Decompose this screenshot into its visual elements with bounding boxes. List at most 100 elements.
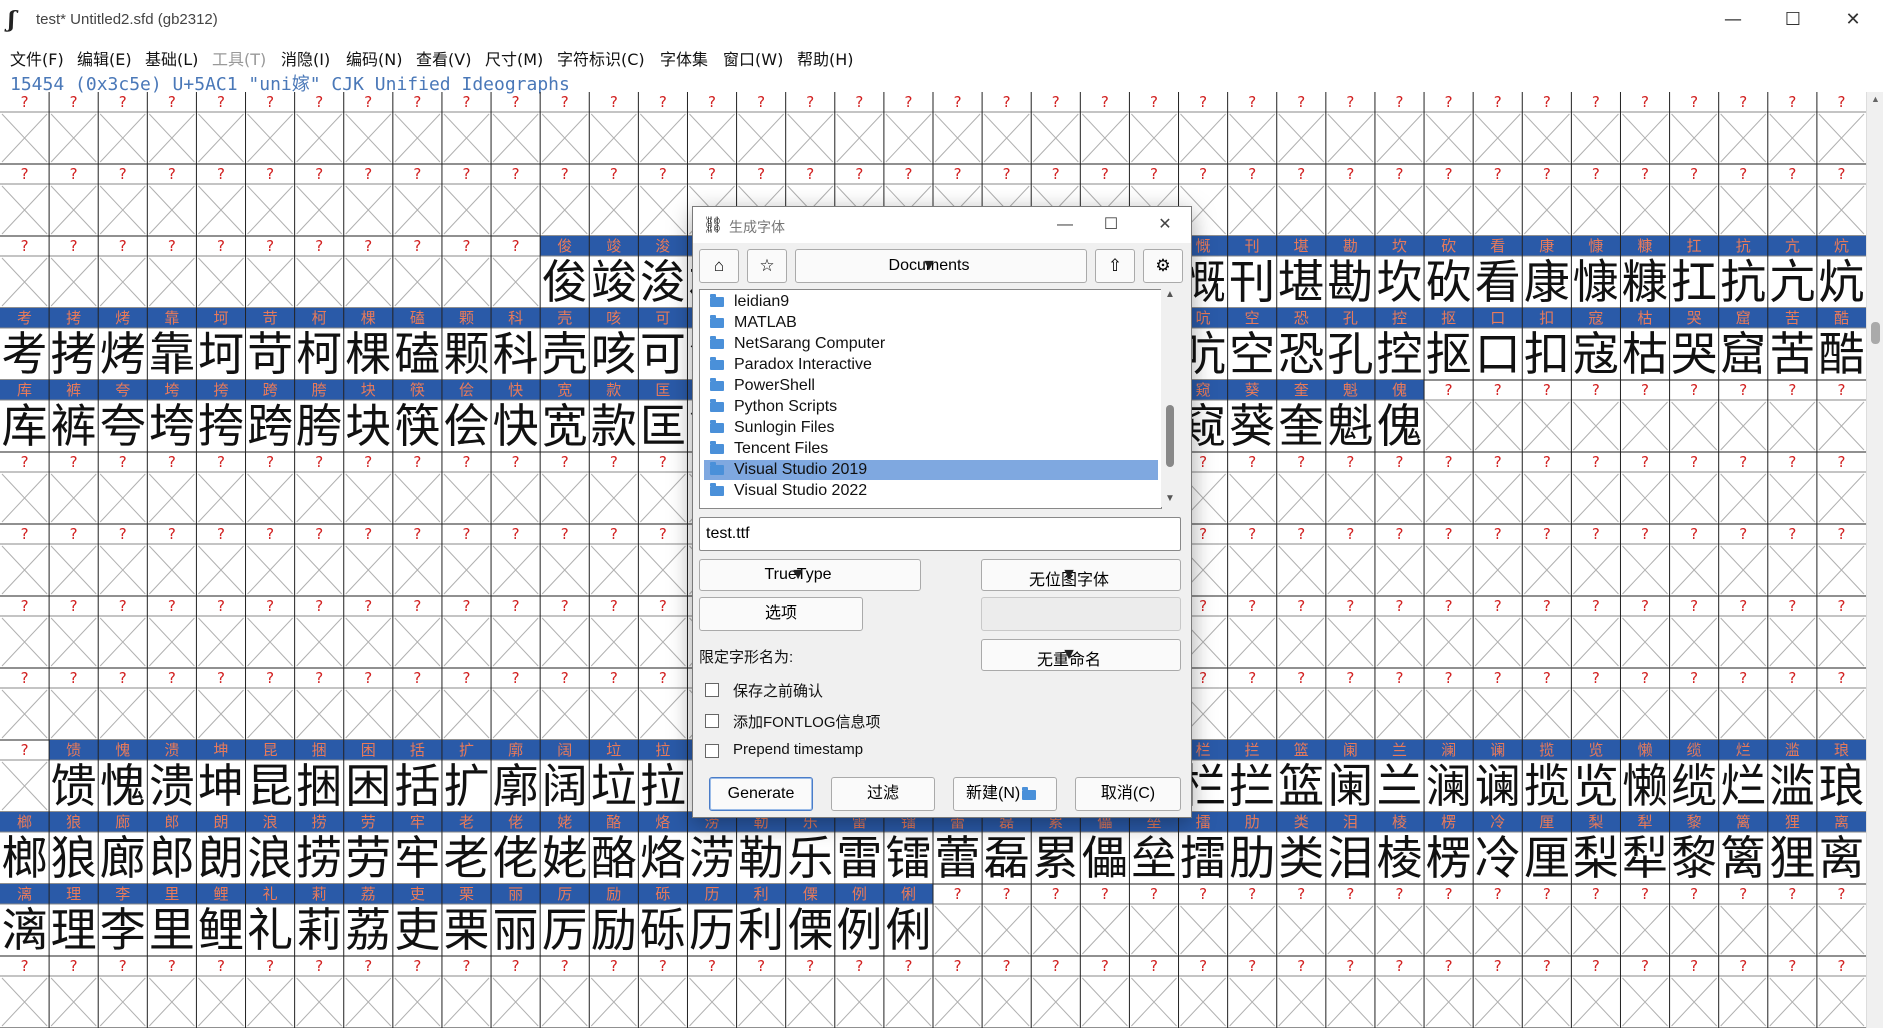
glyph-cell-glyph[interactable]: 拉 bbox=[640, 759, 686, 813]
empty-glyph-cross[interactable] bbox=[443, 113, 490, 163]
glyph-cell-glyph[interactable]: 泪 bbox=[1327, 831, 1373, 885]
glyph-cell-glyph[interactable]: 枯 bbox=[1622, 327, 1668, 381]
menu-encoding[interactable]: 编码(N) bbox=[346, 46, 402, 70]
empty-glyph-cross[interactable] bbox=[934, 977, 981, 1027]
empty-glyph-cross[interactable] bbox=[345, 257, 392, 307]
empty-glyph-cross[interactable] bbox=[1818, 977, 1865, 1027]
glyph-cell-glyph[interactable]: 勒 bbox=[738, 831, 784, 885]
empty-glyph-cross[interactable] bbox=[1, 761, 48, 811]
empty-glyph-cross[interactable] bbox=[1327, 689, 1374, 739]
dialog-minimize-button[interactable]: — bbox=[1045, 207, 1085, 243]
empty-glyph-cross[interactable] bbox=[1818, 689, 1865, 739]
glyph-cell-glyph[interactable]: 口 bbox=[1475, 327, 1521, 381]
glyph-cell-glyph[interactable]: 奎 bbox=[1278, 399, 1324, 453]
empty-glyph-cross[interactable] bbox=[1229, 977, 1276, 1027]
empty-glyph-cross[interactable] bbox=[1720, 473, 1767, 523]
empty-glyph-cross[interactable] bbox=[1523, 905, 1570, 955]
empty-glyph-cross[interactable] bbox=[590, 617, 637, 667]
empty-glyph-cross[interactable] bbox=[1, 545, 48, 595]
glyph-cell-glyph[interactable]: 烂 bbox=[1720, 759, 1766, 813]
glyph-cell-glyph[interactable]: 郎 bbox=[149, 831, 195, 885]
glyph-cell-glyph[interactable]: 揽 bbox=[1524, 759, 1570, 813]
folder-list-item[interactable]: MATLAB bbox=[704, 313, 1158, 333]
empty-glyph-cross[interactable] bbox=[394, 257, 441, 307]
empty-glyph-cross[interactable] bbox=[640, 977, 686, 1027]
empty-glyph-cross[interactable] bbox=[345, 689, 392, 739]
glyph-cell-glyph[interactable]: 篮 bbox=[1278, 759, 1324, 813]
empty-glyph-cross[interactable] bbox=[296, 977, 343, 1027]
empty-glyph-cross[interactable] bbox=[1818, 113, 1865, 163]
glyph-cell-glyph[interactable]: 棱 bbox=[1377, 831, 1423, 885]
menu-window[interactable]: 窗口(W) bbox=[723, 46, 783, 70]
glyph-cell-glyph[interactable]: 擂 bbox=[1180, 831, 1226, 885]
glyph-cell-glyph[interactable]: 厉 bbox=[542, 903, 588, 957]
empty-glyph-cross[interactable] bbox=[1474, 905, 1521, 955]
path-dropdown[interactable]: Documents ▼ bbox=[795, 249, 1087, 283]
empty-glyph-cross[interactable] bbox=[247, 473, 293, 523]
empty-glyph-cross[interactable] bbox=[1229, 113, 1276, 163]
folder-list-scrollbar[interactable]: ▲ ▼ bbox=[1161, 289, 1179, 507]
glyph-cell-glyph[interactable]: 阑 bbox=[1327, 759, 1373, 813]
up-directory-icon[interactable]: ⇧ bbox=[1095, 249, 1135, 283]
empty-glyph-cross[interactable] bbox=[590, 113, 637, 163]
empty-glyph-cross[interactable] bbox=[1523, 977, 1570, 1027]
glyph-cell-glyph[interactable]: 控 bbox=[1377, 327, 1423, 381]
empty-glyph-cross[interactable] bbox=[1376, 545, 1423, 595]
empty-glyph-cross[interactable] bbox=[1278, 689, 1325, 739]
folder-list-item[interactable]: leidian9 bbox=[704, 292, 1158, 312]
empty-glyph-cross[interactable] bbox=[198, 257, 244, 307]
empty-glyph-cross[interactable] bbox=[1622, 401, 1668, 451]
glyph-cell-glyph[interactable]: 柯 bbox=[296, 327, 342, 381]
glyph-cell-glyph[interactable]: 狼 bbox=[51, 831, 97, 885]
empty-glyph-cross[interactable] bbox=[1769, 473, 1816, 523]
glyph-cell-glyph[interactable]: 懒 bbox=[1622, 759, 1668, 813]
glyph-cell-glyph[interactable]: 扣 bbox=[1524, 327, 1570, 381]
empty-glyph-cross[interactable] bbox=[492, 689, 539, 739]
empty-glyph-cross[interactable] bbox=[1032, 113, 1079, 163]
empty-glyph-cross[interactable] bbox=[1671, 545, 1718, 595]
empty-glyph-cross[interactable] bbox=[50, 545, 97, 595]
glyph-cell-glyph[interactable]: 谰 bbox=[1475, 759, 1521, 813]
glyph-cell-glyph[interactable]: 丽 bbox=[493, 903, 539, 957]
rename-select[interactable]: 无重命名 ▼ bbox=[981, 639, 1181, 671]
empty-glyph-cross[interactable] bbox=[394, 185, 441, 235]
empty-glyph-cross[interactable] bbox=[541, 977, 588, 1027]
glyph-cell-glyph[interactable]: 浪 bbox=[247, 831, 293, 885]
glyph-cell-glyph[interactable]: 冷 bbox=[1475, 831, 1521, 885]
empty-glyph-cross[interactable] bbox=[885, 113, 932, 163]
glyph-cell-glyph[interactable]: 涝 bbox=[689, 831, 735, 885]
glyph-cell-glyph[interactable]: 缆 bbox=[1671, 759, 1717, 813]
empty-glyph-cross[interactable] bbox=[394, 545, 441, 595]
empty-glyph-cross[interactable] bbox=[148, 617, 195, 667]
empty-glyph-cross[interactable] bbox=[99, 257, 146, 307]
glyph-cell-glyph[interactable]: 康 bbox=[1524, 255, 1570, 309]
menu-hints[interactable]: 消隐(I) bbox=[281, 46, 330, 70]
empty-glyph-cross[interactable] bbox=[1720, 977, 1767, 1027]
empty-glyph-cross[interactable] bbox=[1327, 545, 1374, 595]
glyph-cell-glyph[interactable]: 裤 bbox=[51, 399, 97, 453]
empty-glyph-cross[interactable] bbox=[541, 473, 588, 523]
empty-glyph-cross[interactable] bbox=[1229, 473, 1276, 523]
scroll-down-arrow[interactable]: ▼ bbox=[1161, 493, 1179, 504]
empty-glyph-cross[interactable] bbox=[541, 113, 588, 163]
empty-glyph-cross[interactable] bbox=[1523, 401, 1570, 451]
empty-glyph-cross[interactable] bbox=[689, 113, 735, 163]
glyph-cell-glyph[interactable]: 抠 bbox=[1426, 327, 1472, 381]
empty-glyph-cross[interactable] bbox=[1, 977, 48, 1027]
empty-glyph-cross[interactable] bbox=[148, 185, 195, 235]
empty-glyph-cross[interactable] bbox=[1818, 473, 1865, 523]
glyph-cell-glyph[interactable]: 劳 bbox=[345, 831, 391, 885]
glyph-cell-glyph[interactable]: 勘 bbox=[1327, 255, 1373, 309]
empty-glyph-cross[interactable] bbox=[443, 257, 490, 307]
empty-glyph-cross[interactable] bbox=[296, 545, 343, 595]
glyph-cell-glyph[interactable]: 犁 bbox=[1622, 831, 1668, 885]
scroll-up-arrow[interactable]: ▲ bbox=[1161, 289, 1179, 300]
empty-glyph-cross[interactable] bbox=[738, 113, 785, 163]
empty-glyph-cross[interactable] bbox=[1131, 905, 1177, 955]
cancel-button[interactable]: 取消(C) bbox=[1075, 777, 1181, 811]
glyph-cell-glyph[interactable]: 咳 bbox=[591, 327, 637, 381]
empty-glyph-cross[interactable] bbox=[541, 617, 588, 667]
empty-glyph-cross[interactable] bbox=[50, 977, 97, 1027]
glyph-cell-glyph[interactable]: 炕 bbox=[1818, 255, 1864, 309]
close-button[interactable]: ✕ bbox=[1825, 0, 1881, 40]
